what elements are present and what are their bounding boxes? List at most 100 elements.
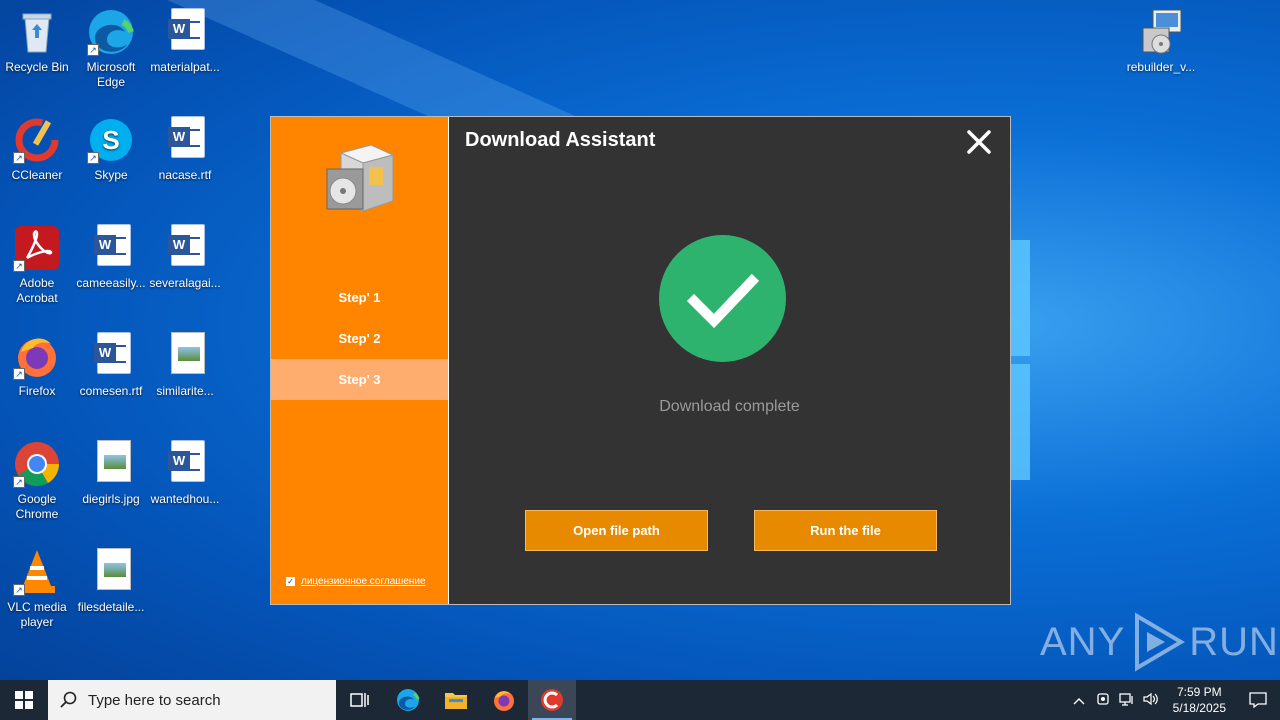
desktop-icon-label: Microsoft Edge — [86, 60, 136, 89]
word-document-icon: W — [161, 8, 209, 56]
task-view-icon — [350, 693, 369, 707]
network-icon[interactable] — [1115, 692, 1139, 709]
desktop-icon-cameeasily[interactable]: W cameeasily... — [74, 224, 148, 291]
dialog-title: Download Assistant — [465, 129, 656, 151]
step-3-active: Step' 3 — [271, 359, 448, 400]
word-document-icon: W — [161, 224, 209, 272]
close-icon[interactable] — [966, 129, 992, 155]
anyrun-watermark: ANY RUN — [1040, 612, 1279, 672]
chevron-up-icon[interactable] — [1067, 693, 1091, 708]
search-placeholder: Type here to search — [88, 691, 221, 709]
edge-icon: ↗ — [87, 8, 135, 56]
desktop-icon-diegirls[interactable]: diegirls.jpg — [74, 440, 148, 507]
license-agreement: ✓ лицензионное соглашение — [286, 576, 426, 587]
desktop-icon-label: cameeasily... — [76, 276, 146, 290]
open-file-path-button[interactable]: Open file path — [525, 510, 708, 551]
desktop-icon-wantedhou[interactable]: W wantedhou... — [148, 440, 222, 507]
desktop-icon-label: materialpat... — [150, 60, 220, 74]
desktop-icon-recycle-bin[interactable]: Recycle Bin — [0, 8, 74, 75]
notification-center-icon[interactable] — [1236, 692, 1280, 708]
image-file-icon — [87, 440, 135, 488]
license-checkbox[interactable]: ✓ — [286, 577, 295, 586]
folder-icon — [445, 693, 467, 709]
desktop-icon-label: Skype — [94, 168, 128, 182]
download-status: Download complete — [659, 398, 800, 415]
word-document-icon: W — [161, 440, 209, 488]
chrome-icon: ↗ — [13, 440, 61, 488]
desktop-icon-label: severalagai... — [149, 276, 221, 290]
desktop-icon-label: Adobe Acrobat — [16, 276, 58, 305]
wallpaper-windows-logo — [1010, 240, 1030, 480]
system-tray: 7:59 PM 5/18/2025 — [1067, 680, 1280, 720]
desktop-icon-vlc[interactable]: ↗ VLC media player — [0, 548, 74, 630]
ccleaner-icon — [541, 689, 563, 711]
task-view-button[interactable] — [336, 680, 384, 720]
desktop-icon-label: CCleaner — [11, 168, 63, 182]
clock-time: 7:59 PM — [1176, 685, 1222, 699]
clock[interactable]: 7:59 PM 5/18/2025 — [1163, 684, 1236, 716]
desktop-icon-ccleaner[interactable]: ↗ CCleaner — [0, 116, 74, 183]
taskbar-ccleaner-active[interactable] — [528, 680, 576, 720]
taskbar-edge[interactable] — [384, 680, 432, 720]
desktop-icon-firefox[interactable]: ↗ Firefox — [0, 332, 74, 399]
desktop-icon-label: filesdetaile... — [77, 600, 145, 614]
watermark-left: ANY — [1040, 619, 1126, 664]
desktop-icon-label: similarite... — [156, 384, 214, 398]
desktop-icon-google-chrome[interactable]: ↗ Google Chrome — [0, 440, 74, 522]
watermark-right: RUN — [1189, 619, 1279, 664]
volume-icon[interactable] — [1139, 692, 1163, 709]
run-file-button[interactable]: Run the file — [754, 510, 937, 551]
shortcut-arrow-icon: ↗ — [13, 368, 25, 380]
adobe-acrobat-icon: ↗ — [13, 224, 61, 272]
ccleaner-icon: ↗ — [13, 116, 61, 164]
shortcut-arrow-icon: ↗ — [13, 260, 25, 272]
word-document-icon: W — [161, 116, 209, 164]
play-logo-icon — [1135, 612, 1186, 672]
desktop-icon-label: VLC media player — [7, 600, 67, 629]
desktop-icon-comesen[interactable]: W comesen.rtf — [74, 332, 148, 399]
taskbar: Type here to search 7:59 PM 5/18/2025 — [0, 680, 1280, 720]
desktop-icon-label: rebuilder_v... — [1126, 60, 1196, 74]
word-document-icon: W — [87, 224, 135, 272]
vlc-icon: ↗ — [13, 548, 61, 596]
desktop-icon-materialpat[interactable]: W materialpat... — [148, 8, 222, 75]
desktop-icon-label: comesen.rtf — [79, 384, 143, 398]
taskbar-file-explorer[interactable] — [432, 680, 480, 720]
start-button[interactable] — [0, 680, 48, 720]
shortcut-arrow-icon: ↗ — [87, 152, 99, 164]
desktop-icon-label: nacase.rtf — [158, 168, 212, 182]
dialog-sidebar: Step' 1 Step' 2 Step' 3 ✓ лицензионное с… — [271, 117, 449, 604]
step-list: Step' 1 Step' 2 Step' 3 — [271, 277, 448, 400]
download-assistant-dialog: Step' 1 Step' 2 Step' 3 ✓ лицензионное с… — [270, 116, 1011, 605]
shortcut-arrow-icon: ↗ — [13, 152, 25, 164]
windows-logo-icon — [15, 691, 33, 709]
image-file-icon — [87, 548, 135, 596]
desktop-icon-label: Firefox — [18, 384, 56, 398]
edge-icon — [397, 689, 420, 711]
step-2: Step' 2 — [338, 331, 381, 346]
desktop-icon-adobe-acrobat[interactable]: ↗ Adobe Acrobat — [0, 224, 74, 306]
installer-icon — [1137, 8, 1185, 56]
software-box-icon — [321, 139, 401, 215]
svg-text:S: S — [102, 125, 119, 155]
desktop-icon-filesdetaile[interactable]: filesdetaile... — [74, 548, 148, 615]
desktop-icon-nacase[interactable]: W nacase.rtf — [148, 116, 222, 183]
success-check-icon — [659, 235, 786, 362]
desktop-icon-microsoft-edge[interactable]: ↗ Microsoft Edge — [74, 8, 148, 90]
step-1: Step' 1 — [338, 290, 381, 305]
firefox-icon — [494, 691, 514, 711]
word-document-icon: W — [87, 332, 135, 380]
taskbar-firefox[interactable] — [480, 680, 528, 720]
meet-now-icon[interactable] — [1091, 692, 1115, 709]
desktop-icon-severalagai[interactable]: W severalagai... — [148, 224, 222, 291]
license-link[interactable]: лицензионное соглашение — [301, 576, 426, 587]
desktop-icon-similarite[interactable]: similarite... — [148, 332, 222, 399]
desktop-icon-label: Recycle Bin — [5, 60, 69, 74]
taskbar-search-box[interactable]: Type here to search — [48, 680, 336, 720]
desktop-icon-rebuilder[interactable]: rebuilder_v... — [1124, 8, 1198, 75]
desktop-icon-label: wantedhou... — [150, 492, 220, 506]
firefox-icon: ↗ — [13, 332, 61, 380]
search-icon — [60, 691, 77, 708]
desktop-icon-skype[interactable]: S ↗ Skype — [74, 116, 148, 183]
image-file-icon — [161, 332, 209, 380]
